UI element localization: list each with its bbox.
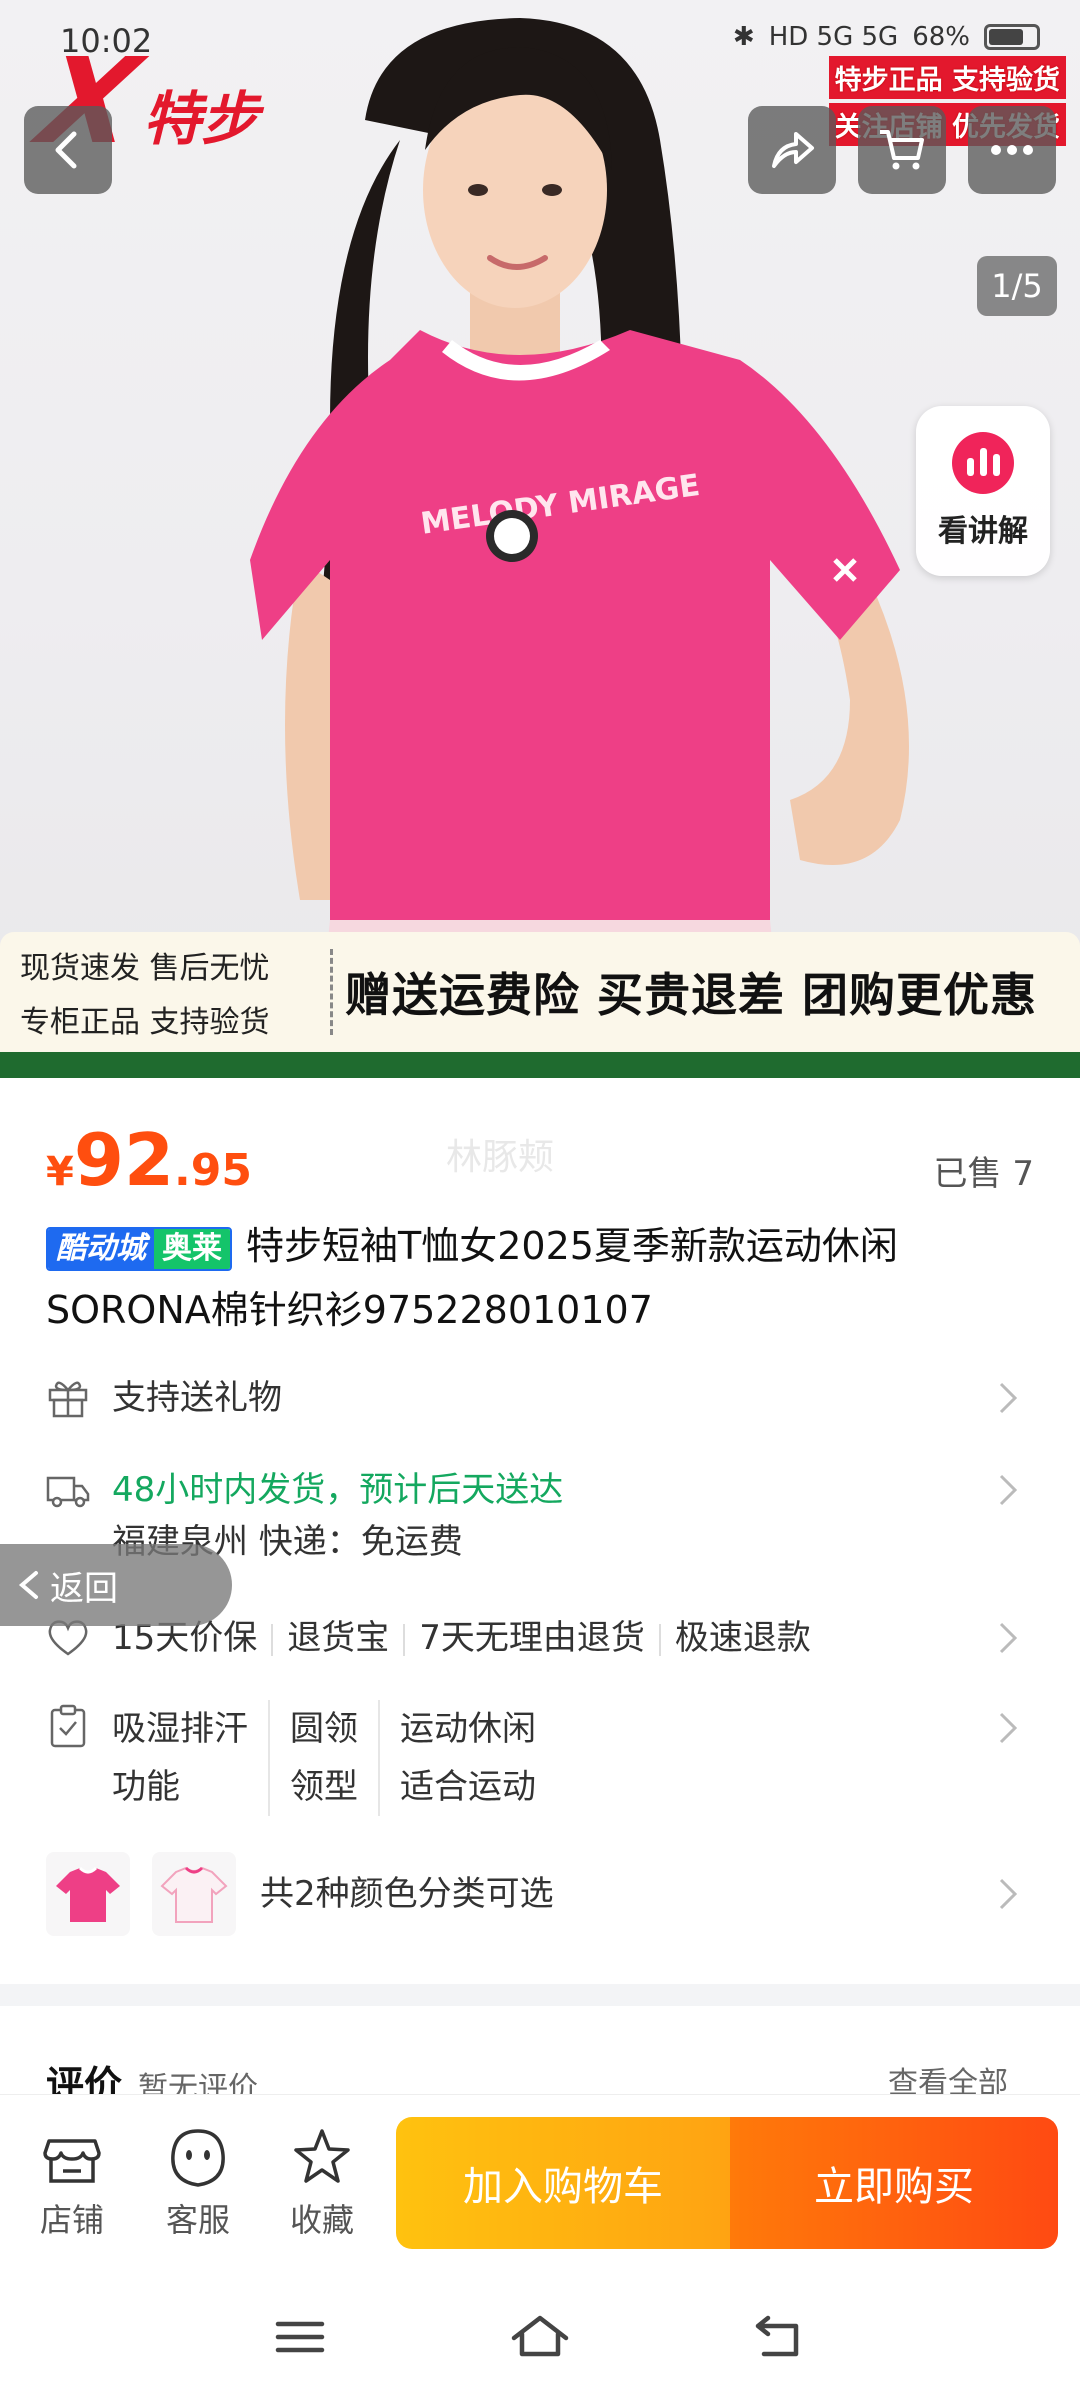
color-options-label: 共2种颜色分类可选 — [260, 1874, 554, 1914]
customer-service-button[interactable]: 客服 — [148, 2127, 248, 2241]
gift-row[interactable]: 支持送礼物 — [46, 1372, 1026, 1424]
network-indicator: HD 5G 5G — [768, 22, 899, 52]
cart-button[interactable] — [858, 106, 946, 194]
clipboard-check-icon — [50, 1704, 86, 1748]
favorite-button[interactable]: 收藏 — [272, 2127, 372, 2241]
chevron-right-icon — [999, 1474, 1018, 1506]
customer-service-label: 客服 — [165, 2201, 230, 2239]
store-button[interactable]: 店铺 — [22, 2127, 122, 2241]
separator — [271, 1623, 274, 1656]
review-header[interactable]: 评价 暂无评价 查看全部 — [46, 2054, 1036, 2107]
color-options-row[interactable]: 共2种颜色分类可选 — [46, 1852, 1026, 1936]
more-dots-icon — [991, 145, 1033, 155]
guarantee-headline: 赠送运费险 买贵退差 团购更优惠 — [345, 968, 1038, 1022]
attr-function-key: 功能 — [112, 1767, 180, 1807]
customer-service-icon — [171, 2129, 225, 2187]
section-divider — [0, 1984, 1080, 2006]
floating-back-button[interactable]: 返回 — [0, 1544, 232, 1626]
attr-collar: 圆领 领型 — [290, 1700, 380, 1816]
store-tag-name: 酷动城 — [48, 1228, 154, 1269]
brand-logo-name: 特步 — [142, 85, 259, 153]
store-label: 店铺 — [39, 2201, 104, 2239]
separator — [403, 1623, 406, 1656]
chevron-right-icon — [999, 1382, 1018, 1414]
service-fast-refund: 极速退款 — [674, 1618, 811, 1658]
battery-level: 68% — [912, 22, 970, 52]
product-title: 酷动城 奥莱 特步短袖T恤女2025夏季新款运动休闲SORONA棉针织衫9752… — [46, 1214, 1036, 1342]
shipping-eta: 48小时内发货，预计后天送达 — [112, 1470, 564, 1510]
price-integer: 92 — [73, 1118, 175, 1202]
menu-icon[interactable] — [270, 2312, 330, 2362]
attr-function: 吸湿排汗 功能 — [112, 1700, 270, 1816]
explain-label: 看讲解 — [938, 514, 1028, 549]
chevron-right-icon — [999, 1712, 1018, 1744]
attr-sport-value: 运动休闲 — [400, 1709, 536, 1749]
guarantee-line-1: 现货速发 售后无忧 — [20, 951, 270, 986]
floating-back-label: 返回 — [50, 1568, 118, 1609]
price: ¥ 92 .95 — [46, 1118, 252, 1202]
separator — [658, 1623, 661, 1656]
bottom-action-bar: 店铺 客服 收藏 加入购物车 立即购买 — [0, 2094, 1080, 2270]
attr-sport: 运动休闲 适合运动 — [400, 1700, 556, 1816]
status-indicators: ✱ HD 5G 5G 68% — [733, 22, 1040, 52]
chevron-right-icon — [999, 1622, 1018, 1654]
back-nav-icon[interactable] — [750, 2312, 810, 2362]
battery-icon — [984, 24, 1040, 50]
buy-now-button[interactable]: 立即购买 — [730, 2117, 1058, 2249]
home-icon[interactable] — [510, 2312, 570, 2362]
attr-function-value: 吸湿排汗 — [112, 1709, 248, 1749]
chevron-right-icon — [999, 1878, 1018, 1910]
price-symbol: ¥ — [46, 1149, 74, 1195]
price-decimal: .95 — [174, 1145, 252, 1196]
more-button[interactable] — [968, 106, 1056, 194]
gift-icon — [48, 1381, 88, 1418]
audio-bars-icon — [952, 432, 1014, 494]
sold-count: 已售 7 — [933, 1154, 1034, 1194]
watermark-text: 林豚颊 — [446, 1137, 555, 1178]
guarantee-line-2: 专柜正品 支持验货 — [20, 1005, 270, 1040]
shipping-origin: 福建泉州 快递：免运费 — [112, 1522, 463, 1562]
chevron-left-icon — [55, 131, 77, 169]
color-thumb-pink[interactable] — [46, 1852, 130, 1936]
guarantee-divider — [330, 949, 333, 1035]
guarantee-banner: 现货速发 售后无忧 专柜正品 支持验货 赠送运费险 买贵退差 团购更优惠 — [0, 932, 1080, 1052]
store-tag-outlet: 奥莱 — [154, 1228, 230, 1269]
color-thumbnails — [46, 1852, 236, 1936]
attr-collar-value: 圆领 — [290, 1709, 358, 1749]
gallery-page-indicator: 1/5 — [977, 256, 1057, 316]
hero-bottom-strip — [0, 1052, 1080, 1078]
gift-label: 支持送礼物 — [112, 1378, 282, 1418]
bluetooth-icon: ✱ — [732, 22, 755, 52]
attributes-row[interactable]: 吸湿排汗 功能 圆领 领型 运动休闲 适合运动 — [46, 1700, 1026, 1816]
color-thumb-white[interactable] — [152, 1852, 236, 1936]
truck-icon — [46, 1476, 90, 1508]
share-button[interactable] — [748, 106, 836, 194]
explain-button[interactable]: 看讲解 — [916, 406, 1050, 576]
service-return-insurance: 退货宝 — [287, 1618, 390, 1658]
chevron-left-icon — [18, 1571, 38, 1599]
attr-sport-key: 适合运动 — [400, 1767, 536, 1807]
star-icon — [294, 2129, 350, 2183]
product-image-gallery[interactable]: MELODY MIRAGE 10:02 ✱ HD 5G 5G 68% X 特步 … — [0, 0, 1080, 1078]
share-icon — [772, 132, 814, 168]
store-icon — [43, 2139, 101, 2183]
service-7day-return: 7天无理由退货 — [419, 1618, 645, 1658]
system-navigation-bar — [0, 2270, 1080, 2400]
promo-line-1: 特步正品 支持验货 — [828, 56, 1066, 99]
back-button[interactable] — [24, 106, 112, 194]
cart-icon — [880, 130, 924, 170]
pink-shirt-icon — [56, 1866, 120, 1922]
attr-collar-key: 领型 — [290, 1767, 358, 1807]
white-shirt-icon — [160, 1866, 228, 1923]
add-to-cart-button[interactable]: 加入购物车 — [396, 2117, 730, 2249]
store-tag: 酷动城 奥莱 — [46, 1226, 232, 1271]
favorite-label: 收藏 — [289, 2201, 354, 2239]
